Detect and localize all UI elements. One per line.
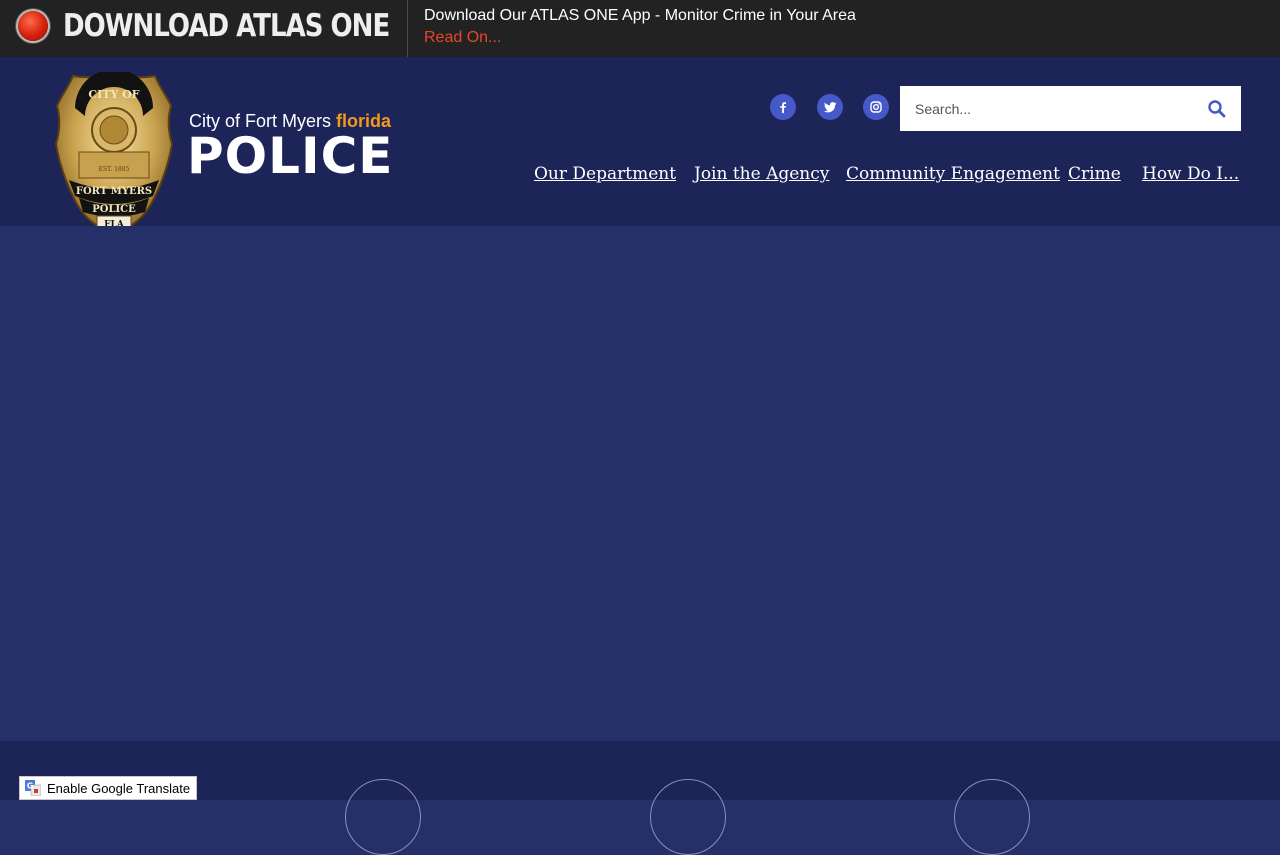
hero-banner [0,226,1280,741]
nav-community-engagement[interactable]: Community Engagement [846,164,1060,184]
badge-city-of-text: CITY OF [88,88,139,101]
nav-how-do-i[interactable]: How Do I... [1142,164,1239,184]
nav-join-the-agency[interactable]: Join the Agency [694,164,829,184]
badge-est-text: EST. 1885 [99,166,130,173]
quick-link-circle[interactable] [345,779,421,855]
nav-crime[interactable]: Crime [1068,164,1121,184]
badge-police-text: POLICE [92,204,136,215]
alert-message[interactable]: Download Our ATLAS ONE App - Monitor Cri… [424,7,856,25]
twitter-link[interactable] [817,94,843,120]
twitter-icon [823,102,836,113]
google-translate-button[interactable]: G Enable Google Translate [19,776,197,800]
nav-our-department[interactable]: Our Department [534,164,676,184]
facebook-link[interactable] [770,94,796,120]
quick-link-circle[interactable] [954,779,1030,855]
search-box [900,86,1241,131]
facebook-icon [780,102,786,113]
alert-read-on-link[interactable]: Read On... [424,29,501,47]
alert-title[interactable]: DOWNLOAD ATLAS ONE [63,8,390,44]
google-translate-label: Enable Google Translate [47,781,191,796]
alert-indicator-icon [18,11,48,41]
police-badge-logo[interactable]: CITY OF EST. 1885 FORT MYERS POLICE FLA [55,72,173,238]
alert-bar: DOWNLOAD ATLAS ONE Download Our ATLAS ON… [0,0,1280,57]
instagram-link[interactable] [863,94,889,120]
alert-divider [407,0,408,57]
search-icon[interactable] [1207,99,1227,119]
logo-police-text[interactable]: POLICE [187,128,393,184]
search-input[interactable] [900,86,1190,131]
instagram-icon [870,101,882,113]
google-translate-icon: G [25,780,41,796]
svg-text:G: G [27,782,34,791]
badge-name-text: FORT MYERS [76,186,152,197]
quick-link-circle[interactable] [650,779,726,855]
